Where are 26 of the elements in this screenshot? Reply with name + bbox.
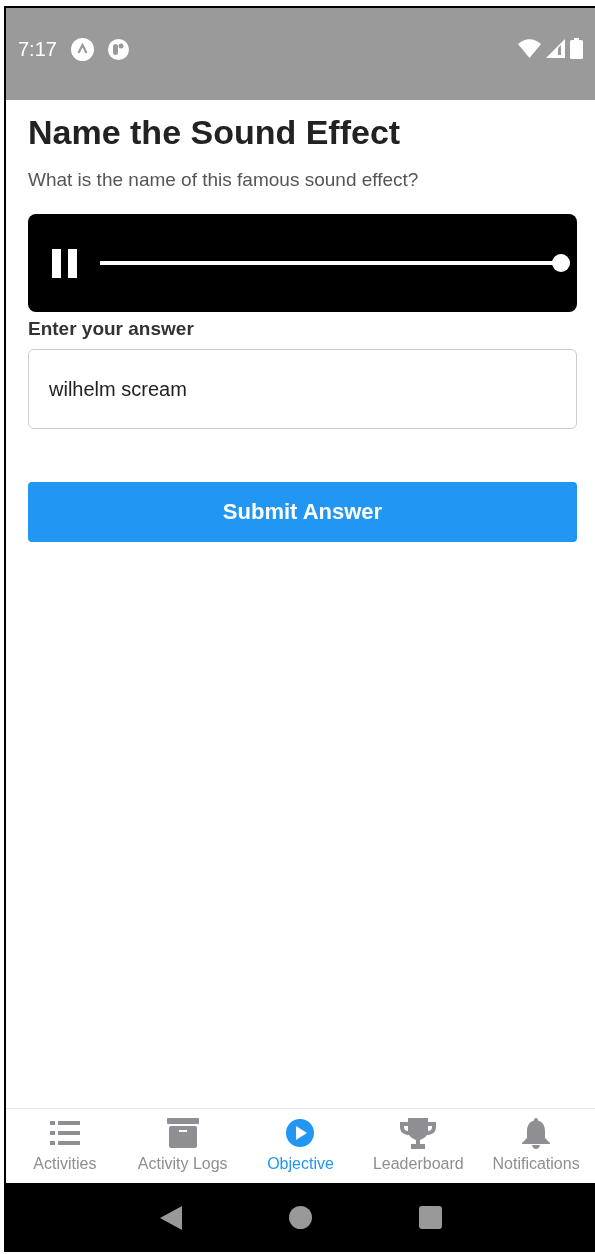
nav-tab[interactable]: Activities <box>6 1109 124 1183</box>
page-title: Name the Sound Effect <box>28 112 402 152</box>
nav-tab[interactable]: Notifications <box>477 1109 595 1183</box>
cell-signal-icon <box>546 39 565 58</box>
wifi-icon <box>518 39 541 58</box>
field-label: Enter your answer <box>28 317 195 341</box>
nav-tab[interactable]: Leaderboard <box>359 1109 478 1183</box>
trophy-icon <box>400 1117 437 1149</box>
battery-icon <box>570 38 583 59</box>
recents-icon[interactable] <box>418 1206 442 1229</box>
back-icon[interactable] <box>159 1205 182 1230</box>
caret-badge-icon <box>70 38 94 61</box>
nav-tab[interactable]: Activity Logs <box>123 1109 242 1183</box>
archive-box-icon <box>166 1118 199 1148</box>
play-circle-icon <box>286 1119 315 1147</box>
submit-button[interactable]: Submit Answer <box>28 482 577 542</box>
list-icon <box>49 1120 80 1146</box>
nav-tab[interactable]: Objective <box>241 1109 360 1183</box>
question-text: What is the name of this famous sound effect? <box>28 168 420 192</box>
seek-thumb[interactable] <box>552 254 570 272</box>
bell-icon <box>522 1117 551 1149</box>
pause-icon[interactable] <box>52 248 78 278</box>
clock-time: 7:17 <box>18 38 57 61</box>
app-badge-icon <box>107 39 129 60</box>
home-icon[interactable] <box>288 1206 312 1229</box>
answer-field[interactable]: wilhelm scream <box>28 349 577 429</box>
